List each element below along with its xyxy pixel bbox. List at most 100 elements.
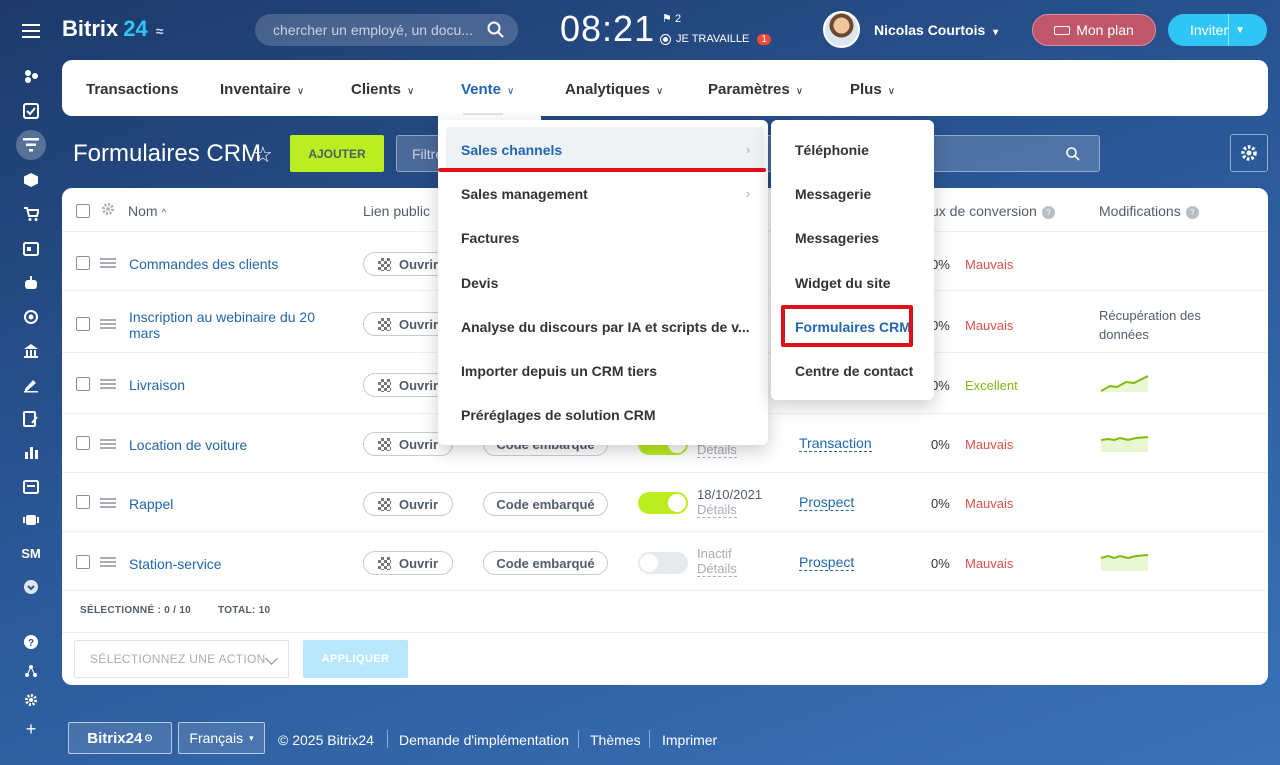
add-icon[interactable]: + [16,714,46,744]
expand-more-icon[interactable] [16,572,46,602]
search-input[interactable] [273,22,478,38]
help-icon[interactable]: ? [16,627,46,657]
sliders-icon[interactable]: ≈ [156,23,164,39]
drag-handle-icon[interactable] [100,439,116,449]
document-edit-icon[interactable] [16,404,46,434]
menu-item-sales-management[interactable]: Sales management [461,186,588,202]
submenu-item-widget[interactable]: Widget du site [795,275,891,291]
column-header-name[interactable]: Nom ^ [128,203,166,219]
search-icon[interactable] [486,20,506,40]
menu-item-analyse-discours[interactable]: Analyse du discours par IA et scripts de… [461,319,750,335]
form-name-link[interactable]: Inscription au webinaire du 20 [129,309,315,325]
details-link[interactable]: Détails [697,562,737,577]
search-icon[interactable] [1065,146,1081,162]
apply-button[interactable]: APPLIQUER [303,640,408,678]
settings-button[interactable] [1230,134,1268,172]
nav-inventaire[interactable]: Inventaire ∨ [220,81,304,98]
bulk-action-select[interactable]: SÉLECTIONNEZ UNE ACTION [74,640,289,678]
submenu-item-telephonie[interactable]: Téléphonie [795,142,869,158]
bitrix24-logo[interactable]: Bitrix 24 ≈ [62,16,163,42]
column-settings-icon[interactable] [101,202,115,219]
row-checkbox[interactable] [76,436,90,450]
menu-item-preglages[interactable]: Préréglages de solution CRM [461,407,655,423]
footer-link-implementation[interactable]: Demande d'implémentation [399,732,569,748]
menu-item-factures[interactable]: Factures [461,230,519,246]
add-button[interactable]: AJOUTER [290,135,384,172]
menu-icon[interactable] [16,16,46,46]
target-icon[interactable] [16,302,46,332]
user-avatar[interactable] [823,11,860,48]
submenu-item-messageries[interactable]: Messageries [795,230,879,246]
row-checkbox[interactable] [76,555,90,569]
drag-handle-icon[interactable] [100,498,116,508]
menu-item-importer-crm[interactable]: Importer depuis un CRM tiers [461,363,657,379]
help-icon[interactable]: ? [1185,205,1199,219]
entity-link[interactable]: Transaction [799,435,872,452]
row-checkbox[interactable] [76,317,90,331]
clock-time[interactable]: 08:21 [560,8,655,50]
form-name-link[interactable]: Station-service [129,556,222,572]
nav-clients[interactable]: Clients ∨ [351,81,414,98]
crm-icon[interactable] [16,130,46,160]
submenu-item-messagerie[interactable]: Messagerie [795,186,871,202]
drag-handle-icon[interactable] [100,258,116,268]
drag-handle-icon[interactable] [100,557,116,567]
analytics-icon[interactable] [16,437,46,467]
entity-link[interactable]: Prospect [799,494,855,511]
row-checkbox[interactable] [76,495,90,509]
select-all-checkbox[interactable] [76,204,90,218]
bank-icon[interactable] [16,336,46,366]
activity-stream-icon[interactable] [16,61,46,91]
embed-code-button[interactable]: Code embarqué [483,551,608,575]
open-button[interactable]: Ouvrir [363,492,453,516]
active-toggle[interactable] [638,552,688,574]
structure-icon[interactable] [16,656,46,686]
form-name-link[interactable]: Commandes des clients [129,256,278,272]
column-header-modifications[interactable]: Modifications? [1099,203,1199,219]
footer-link-themes[interactable]: Thèmes [590,732,641,748]
embed-code-button[interactable]: Code embarqué [483,492,608,516]
favorite-star-icon[interactable]: ☆ [253,142,273,168]
form-name-link-cont[interactable]: mars [129,325,160,341]
inventory-icon[interactable] [16,165,46,195]
sm-shortcut[interactable]: SM [16,538,46,568]
drag-handle-icon[interactable] [100,319,116,329]
chevron-down-icon[interactable]: ▼ [1228,14,1267,46]
entity-link[interactable]: Prospect [799,554,855,571]
global-search[interactable] [255,14,518,46]
row-checkbox[interactable] [76,256,90,270]
nav-parametres[interactable]: Paramètres ∨ [708,81,803,98]
help-icon[interactable]: ? [1041,205,1055,219]
footer-brand-button[interactable]: Bitrix24 ⊙ [68,722,172,754]
flag-counter[interactable]: ⚑ 2 [662,12,681,25]
user-menu[interactable]: Nicolas Courtois ▾ [874,22,998,38]
menu-item-sales-channels[interactable]: Sales channels [461,142,562,158]
footer-link-print[interactable]: Imprimer [662,732,717,748]
column-header-conversion[interactable]: ux de conversion? [931,203,1055,219]
nav-vente[interactable]: Vente ∨ [461,81,514,98]
drag-handle-icon[interactable] [100,379,116,389]
form-name-link[interactable]: Livraison [129,377,185,393]
open-button[interactable]: Ouvrir [363,551,453,575]
active-toggle[interactable] [638,492,688,514]
tasks-icon[interactable] [16,96,46,126]
signature-icon[interactable] [16,370,46,400]
details-link[interactable]: Détails [697,443,737,458]
settings-icon[interactable] [16,685,46,715]
invite-button[interactable]: Inviter ▼ [1168,14,1267,46]
video-icon[interactable] [16,505,46,535]
form-name-link[interactable]: Location de voiture [129,437,247,453]
nav-plus[interactable]: Plus ∨ [850,81,895,98]
submenu-item-centre-contact[interactable]: Centre de contact [795,363,913,379]
nav-transactions[interactable]: Transactions [86,81,179,98]
row-checkbox[interactable] [76,377,90,391]
column-header-public-link[interactable]: Lien public [363,203,430,219]
contact-card-icon[interactable] [16,234,46,264]
robot-icon[interactable] [16,268,46,298]
details-link[interactable]: Détails [697,503,737,518]
menu-item-devis[interactable]: Devis [461,275,498,291]
plan-button[interactable]: Mon plan [1032,14,1156,46]
calendar-icon[interactable] [16,471,46,501]
shop-cart-icon[interactable] [16,199,46,229]
form-name-link[interactable]: Rappel [129,496,173,512]
